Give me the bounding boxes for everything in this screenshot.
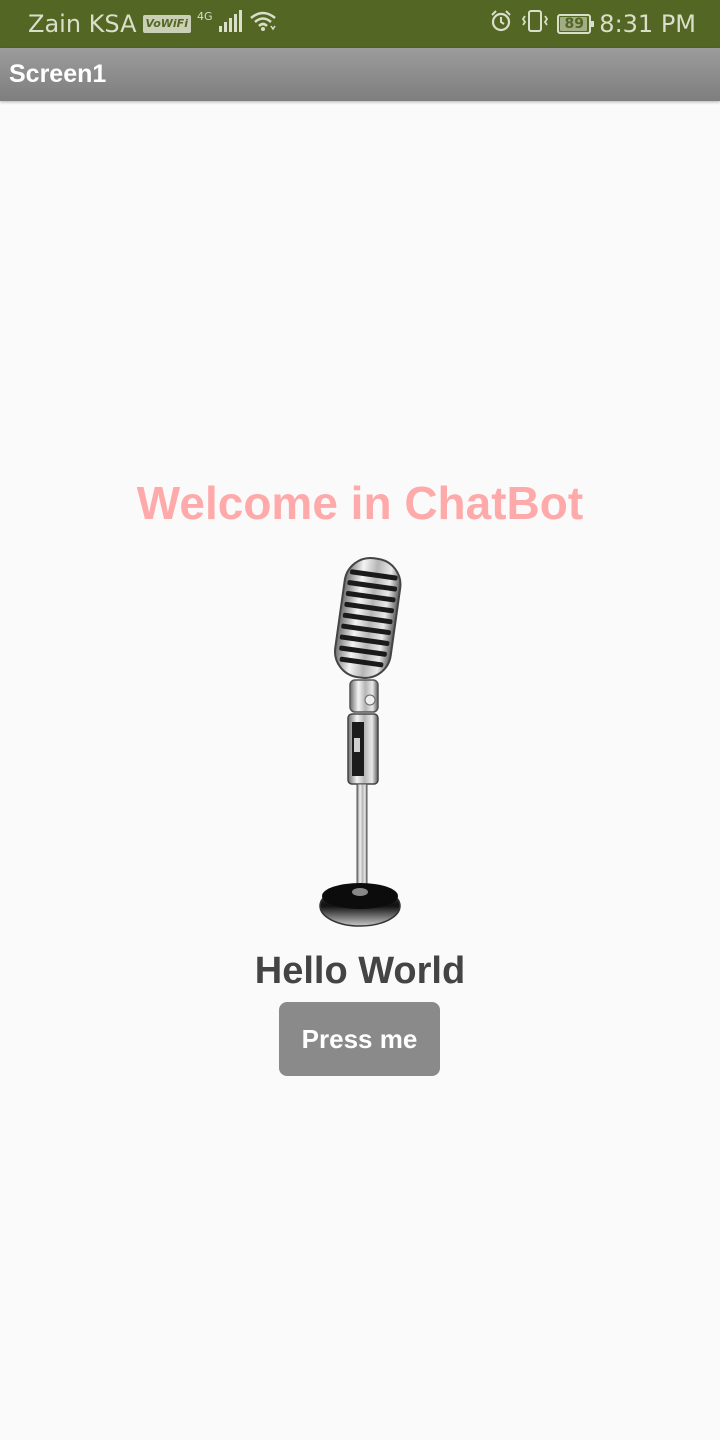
status-bar: Zain KSA VoWiFi 4G 89 8:31 PM <box>0 0 720 48</box>
signal-icon <box>218 10 243 38</box>
clock: 8:31 PM <box>599 10 696 38</box>
vowifi-badge: VoWiFi <box>142 15 191 33</box>
carrier-name: Zain KSA <box>28 10 137 38</box>
status-right: 89 8:31 PM <box>489 0 696 48</box>
battery-icon: 89 <box>557 14 595 34</box>
network-type: 4G <box>196 9 213 23</box>
alarm-icon <box>489 9 513 39</box>
title-bar: Screen1 <box>0 48 720 101</box>
screen-title: Screen1 <box>9 60 107 88</box>
hello-label: Hello World <box>254 950 466 992</box>
press-me-button[interactable]: Press me <box>279 1002 440 1076</box>
vibrate-icon <box>521 9 549 39</box>
wifi-icon <box>249 10 277 38</box>
battery-level: 89 <box>564 16 585 32</box>
microphone-image <box>310 556 410 931</box>
welcome-heading: Welcome in ChatBot <box>136 477 584 529</box>
status-left: Zain KSA VoWiFi 4G <box>28 0 277 48</box>
